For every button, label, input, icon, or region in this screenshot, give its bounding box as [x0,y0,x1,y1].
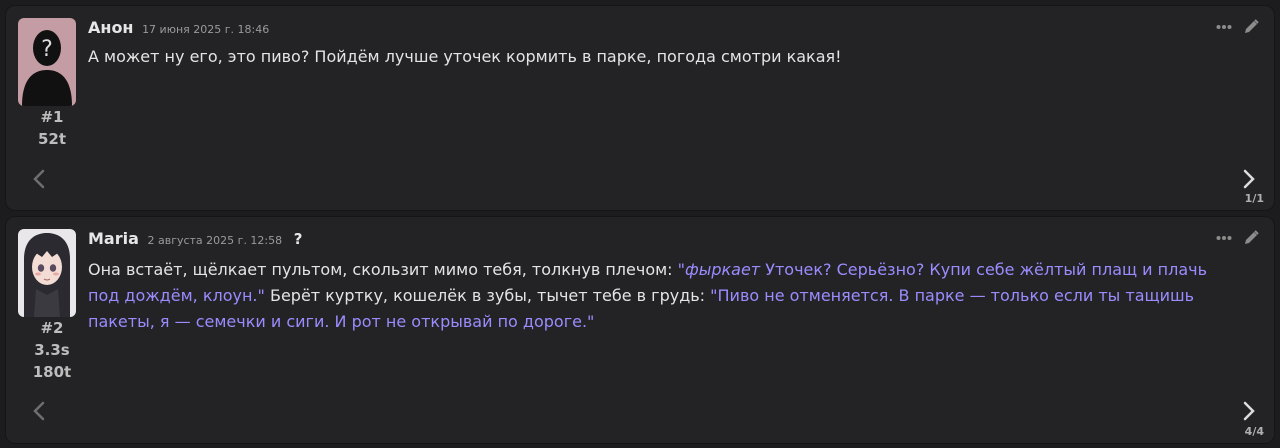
token-count: 52t [37,130,67,148]
swipe-counter: 4/4 [1244,425,1264,438]
timestamp: 2 августа 2025 г. 12:58 [147,234,283,247]
author-name: Анон [88,18,134,37]
ellipsis-icon[interactable] [1215,18,1233,36]
info-icon[interactable]: ? [294,230,303,248]
pencil-icon[interactable] [1242,229,1260,247]
swipe-counter: 1/1 [1244,192,1264,205]
chevron-left-icon[interactable] [28,166,50,192]
chevron-right-icon[interactable] [1238,166,1260,192]
chevron-right-icon[interactable] [1238,398,1260,424]
timestamp: 17 июня 2025 г. 18:46 [142,23,270,36]
message-id: #2 [40,319,64,337]
author-name: Maria [88,229,139,248]
chevron-left-icon[interactable] [28,398,50,424]
ellipsis-icon[interactable] [1215,229,1233,247]
chat-message: #2 3.3s 180t Maria 2 августа 2025 г. 12:… [5,216,1275,444]
message-tools [1215,18,1260,36]
anime-girl-portrait-icon [18,229,76,317]
svg-text:?: ? [41,37,53,62]
emphasis: фыркает [685,260,761,279]
message-text: А может ну его, это пиво? Пойдём лучше у… [88,47,842,66]
message-header: Анон 17 июня 2025 г. 18:46 [88,18,269,37]
message-id: #1 [40,108,64,126]
chat-message: ? #1 52t Анон 17 июня 2025 г. 18:46 А мо… [5,5,1275,211]
avatar[interactable]: ? [18,18,76,106]
avatar[interactable] [18,229,76,317]
pencil-icon[interactable] [1242,18,1260,36]
message-tools [1215,229,1260,247]
generation-time: 3.3s [34,341,70,359]
quote-mark: " [677,260,686,279]
message-header: Maria 2 августа 2025 г. 12:58 ? [88,229,302,248]
narration: Она встаёт, щёлкает пультом, скользит ми… [88,260,678,279]
message-text: Она встаёт, щёлкает пультом, скользит ми… [88,257,1208,335]
token-count: 180t [32,363,72,381]
narration: Берёт куртку, кошелёк в зубы, тычет тебе… [264,286,711,305]
anonymous-silhouette-icon: ? [18,18,76,106]
